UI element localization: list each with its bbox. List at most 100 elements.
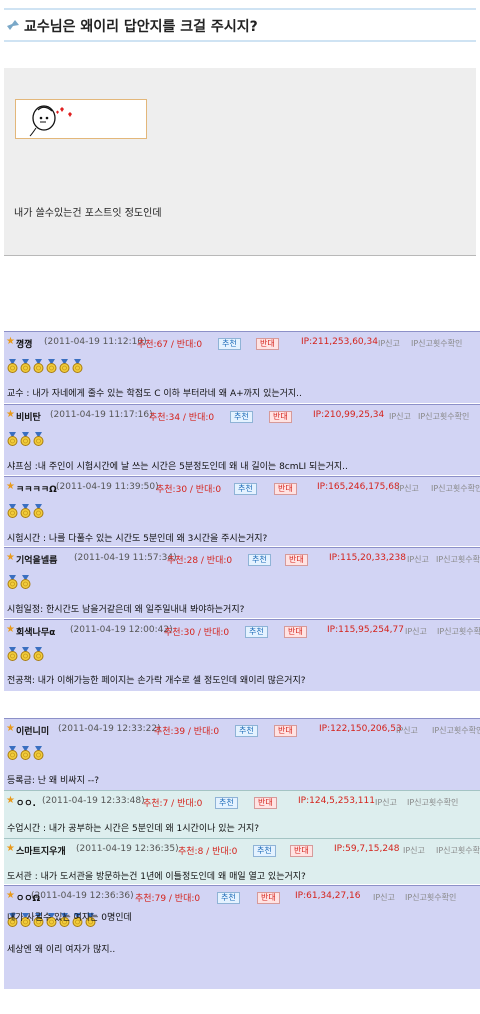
recommend-button[interactable]: 추천 <box>235 725 258 737</box>
oppose-button[interactable]: 반대 <box>285 554 308 566</box>
ip-report-link[interactable]: IP신고 <box>403 845 425 856</box>
oppose-button[interactable]: 반대 <box>254 797 277 809</box>
comment-author[interactable]: 기억을넬름 <box>16 553 57 566</box>
comment-ip: IP:115,20,33,238 <box>329 553 406 563</box>
medal-icon <box>20 432 31 446</box>
medal-icon <box>7 504 18 518</box>
comment-date: (2011-04-19 11:17:16) <box>50 410 153 420</box>
ip-report-count-link[interactable]: IP신고횟수확인 <box>437 626 480 637</box>
recommend-button[interactable]: 추천 <box>245 626 268 638</box>
comment-author[interactable]: 비비탄 <box>16 410 41 423</box>
comment-ip: IP:165,246,175,68 <box>317 482 400 492</box>
medal-icon <box>7 746 18 760</box>
recommend-button[interactable]: 추천 <box>230 411 253 423</box>
ip-report-count-link[interactable]: IP신고횟수확인 <box>431 483 480 494</box>
medal-row <box>6 431 45 446</box>
comment-vote-count: 추천:7 / 반대:0 <box>143 799 203 809</box>
comment-item: ★ 꼉꼉 (2011-04-19 11:12:10) 추천:67 / 반대:0 추천 반대… <box>4 331 480 403</box>
ip-report-count-link[interactable]: IP신고횟수확인 <box>407 797 458 808</box>
medal-icon <box>20 359 31 373</box>
recommend-button[interactable]: 추천 <box>218 338 241 350</box>
medal-icon <box>59 359 70 373</box>
oppose-button[interactable]: 반대 <box>274 725 297 737</box>
oppose-button[interactable]: 반대 <box>269 411 292 423</box>
bird-icon <box>7 20 19 30</box>
ip-report-link[interactable]: IP신고 <box>407 554 429 565</box>
comment-header: ★ ㅇㅇΩ (2011-04-19 12:36:36) 추천:79 / 반대:0 추천 반… <box>4 890 480 905</box>
oppose-button[interactable]: 반대 <box>256 338 279 350</box>
recommend-button[interactable]: 추천 <box>234 483 257 495</box>
comment-date: (2011-04-19 11:39:50) <box>56 482 159 492</box>
comment-author[interactable]: 꼉꼉 <box>16 337 33 350</box>
post-body: 내가 쓸수있는건 포스트잇 정도인데 <box>4 68 476 256</box>
ip-report-link[interactable]: IP신고 <box>396 725 418 736</box>
recommend-button[interactable]: 추천 <box>215 797 238 809</box>
comment-author[interactable]: ㅋㅋㅋㅋΩ <box>16 482 57 495</box>
ip-report-link[interactable]: IP신고 <box>397 483 419 494</box>
star-icon: ★ <box>6 723 15 734</box>
ip-report-count-link[interactable]: IP신고횟수확인 <box>405 892 456 903</box>
comment-vote-count: 추천:39 / 반대:0 <box>154 727 220 737</box>
recommend-button[interactable]: 추천 <box>248 554 271 566</box>
comment-author[interactable]: 스마트지우개 <box>16 844 66 857</box>
oppose-button[interactable]: 반대 <box>257 892 280 904</box>
comment-item: ★ ㅋㅋㅋㅋΩ (2011-04-19 11:39:50) 추천:30 / 반대:0 추… <box>4 476 480 546</box>
star-icon: ★ <box>6 624 15 635</box>
medal-row <box>6 574 32 589</box>
comment-text: 교수 : 내가 자네에게 줄수 있는 학점도 C 이하 부터라네 왜 A+까지 … <box>7 389 302 399</box>
ip-report-link[interactable]: IP신고 <box>378 338 400 349</box>
comment-item: ★ 회색나무α (2011-04-19 12:00:42) 추천:30 / 반대:0 추… <box>4 619 480 691</box>
medal-icon <box>33 504 44 518</box>
comment-date: (2011-04-19 12:33:48) <box>42 796 145 806</box>
medal-icon <box>7 647 18 661</box>
comment-text: 전공책: 내가 이해가능한 페이지는 손가락 개수로 셀 정도인데 왜이리 많은… <box>7 676 306 686</box>
comment-vote-count: 추천:79 / 반대:0 <box>135 894 201 904</box>
ip-report-count-link[interactable]: IP신고횟수확인 <box>432 725 480 736</box>
oppose-button[interactable]: 반대 <box>290 845 313 857</box>
post-text: 내가 쓸수있는건 포스트잇 정도인데 <box>14 208 162 219</box>
comment-text: 시험시간 : 나를 다풀수 있는 시간도 5분인데 왜 3시간을 주시는거지? <box>7 534 268 544</box>
comment-header: ★ 비비탄 (2011-04-19 11:17:16) 추천:34 / 반대:0 추천 반… <box>4 409 480 424</box>
recommend-button[interactable]: 추천 <box>217 892 240 904</box>
medal-icon <box>20 746 31 760</box>
star-icon: ★ <box>6 481 15 492</box>
star-icon: ★ <box>6 795 15 806</box>
comment-author[interactable]: 회색나무α <box>16 625 55 638</box>
star-icon: ★ <box>6 843 15 854</box>
comment-vote-count: 추천:28 / 반대:0 <box>167 556 233 566</box>
medal-row <box>6 646 45 661</box>
medal-icon <box>7 432 18 446</box>
comment-vote-count: 추천:8 / 반대:0 <box>178 847 238 857</box>
comment-header: ★ 꼉꼉 (2011-04-19 11:12:10) 추천:67 / 반대:0 추천 반대… <box>4 336 480 351</box>
comment-header: ★ 스마트지우개 (2011-04-19 12:36:35) 추천:8 / 반대:0 추… <box>4 843 480 858</box>
ip-report-count-link[interactable]: IP신고횟수확인 <box>436 554 480 565</box>
ip-report-link[interactable]: IP신고 <box>375 797 397 808</box>
comment-author[interactable]: 이런니미 <box>16 724 49 737</box>
ip-report-link[interactable]: IP신고 <box>405 626 427 637</box>
medal-icon <box>46 359 57 373</box>
comment-item: ★ ㅇㅇΩ (2011-04-19 12:36:36) 추천:79 / 반대:0 추천 반… <box>4 885 480 989</box>
comment-text: 시험일정: 한시간도 남을거같은데 왜 일주일내내 봐야하는거지? <box>7 605 245 615</box>
ip-report-count-link[interactable]: IP신고횟수확인 <box>418 411 469 422</box>
ip-report-link[interactable]: IP신고 <box>389 411 411 422</box>
comment-text: 샤프심 :내 주인이 시험시간에 날 쓰는 시간은 5분정도인데 왜 내 길이는… <box>7 462 348 472</box>
comment-header: ★ 기억을넬름 (2011-04-19 11:57:34) 추천:28 / 반대:0 추… <box>4 552 480 567</box>
medal-row <box>6 358 84 373</box>
comment-author[interactable]: ㅇㅇ. <box>16 796 36 809</box>
comment-text: 등록금: 난 왜 비싸지 --? <box>7 776 99 786</box>
comment-vote-count: 추천:30 / 반대:0 <box>156 485 222 495</box>
comment-ip: IP:115,95,254,77 <box>327 625 404 635</box>
comment-text: 세상엔 왜 이리 여자가 많지.. <box>7 945 116 955</box>
ip-report-link[interactable]: IP신고 <box>373 892 395 903</box>
comment-header: ★ ㅇㅇ. (2011-04-19 12:33:48) 추천:7 / 반대:0 추천 반대… <box>4 795 480 810</box>
recommend-button[interactable]: 추천 <box>253 845 276 857</box>
comment-text: 도서관 : 내가 도서관을 방문하는건 1년에 이틀정도인데 왜 매일 열고 있… <box>7 872 306 882</box>
comment-item: ★ ㅇㅇ. (2011-04-19 12:33:48) 추천:7 / 반대:0 추천 반대… <box>4 790 480 838</box>
medal-row <box>6 503 45 518</box>
oppose-button[interactable]: 반대 <box>274 483 297 495</box>
ip-report-count-link[interactable]: IP신고횟수확인 <box>436 845 480 856</box>
oppose-button[interactable]: 반대 <box>284 626 307 638</box>
comment-text: 내가 사귈수 있는 여자는 0명인데 <box>7 913 132 923</box>
star-icon: ★ <box>6 336 15 347</box>
ip-report-count-link[interactable]: IP신고횟수확인 <box>411 338 462 349</box>
